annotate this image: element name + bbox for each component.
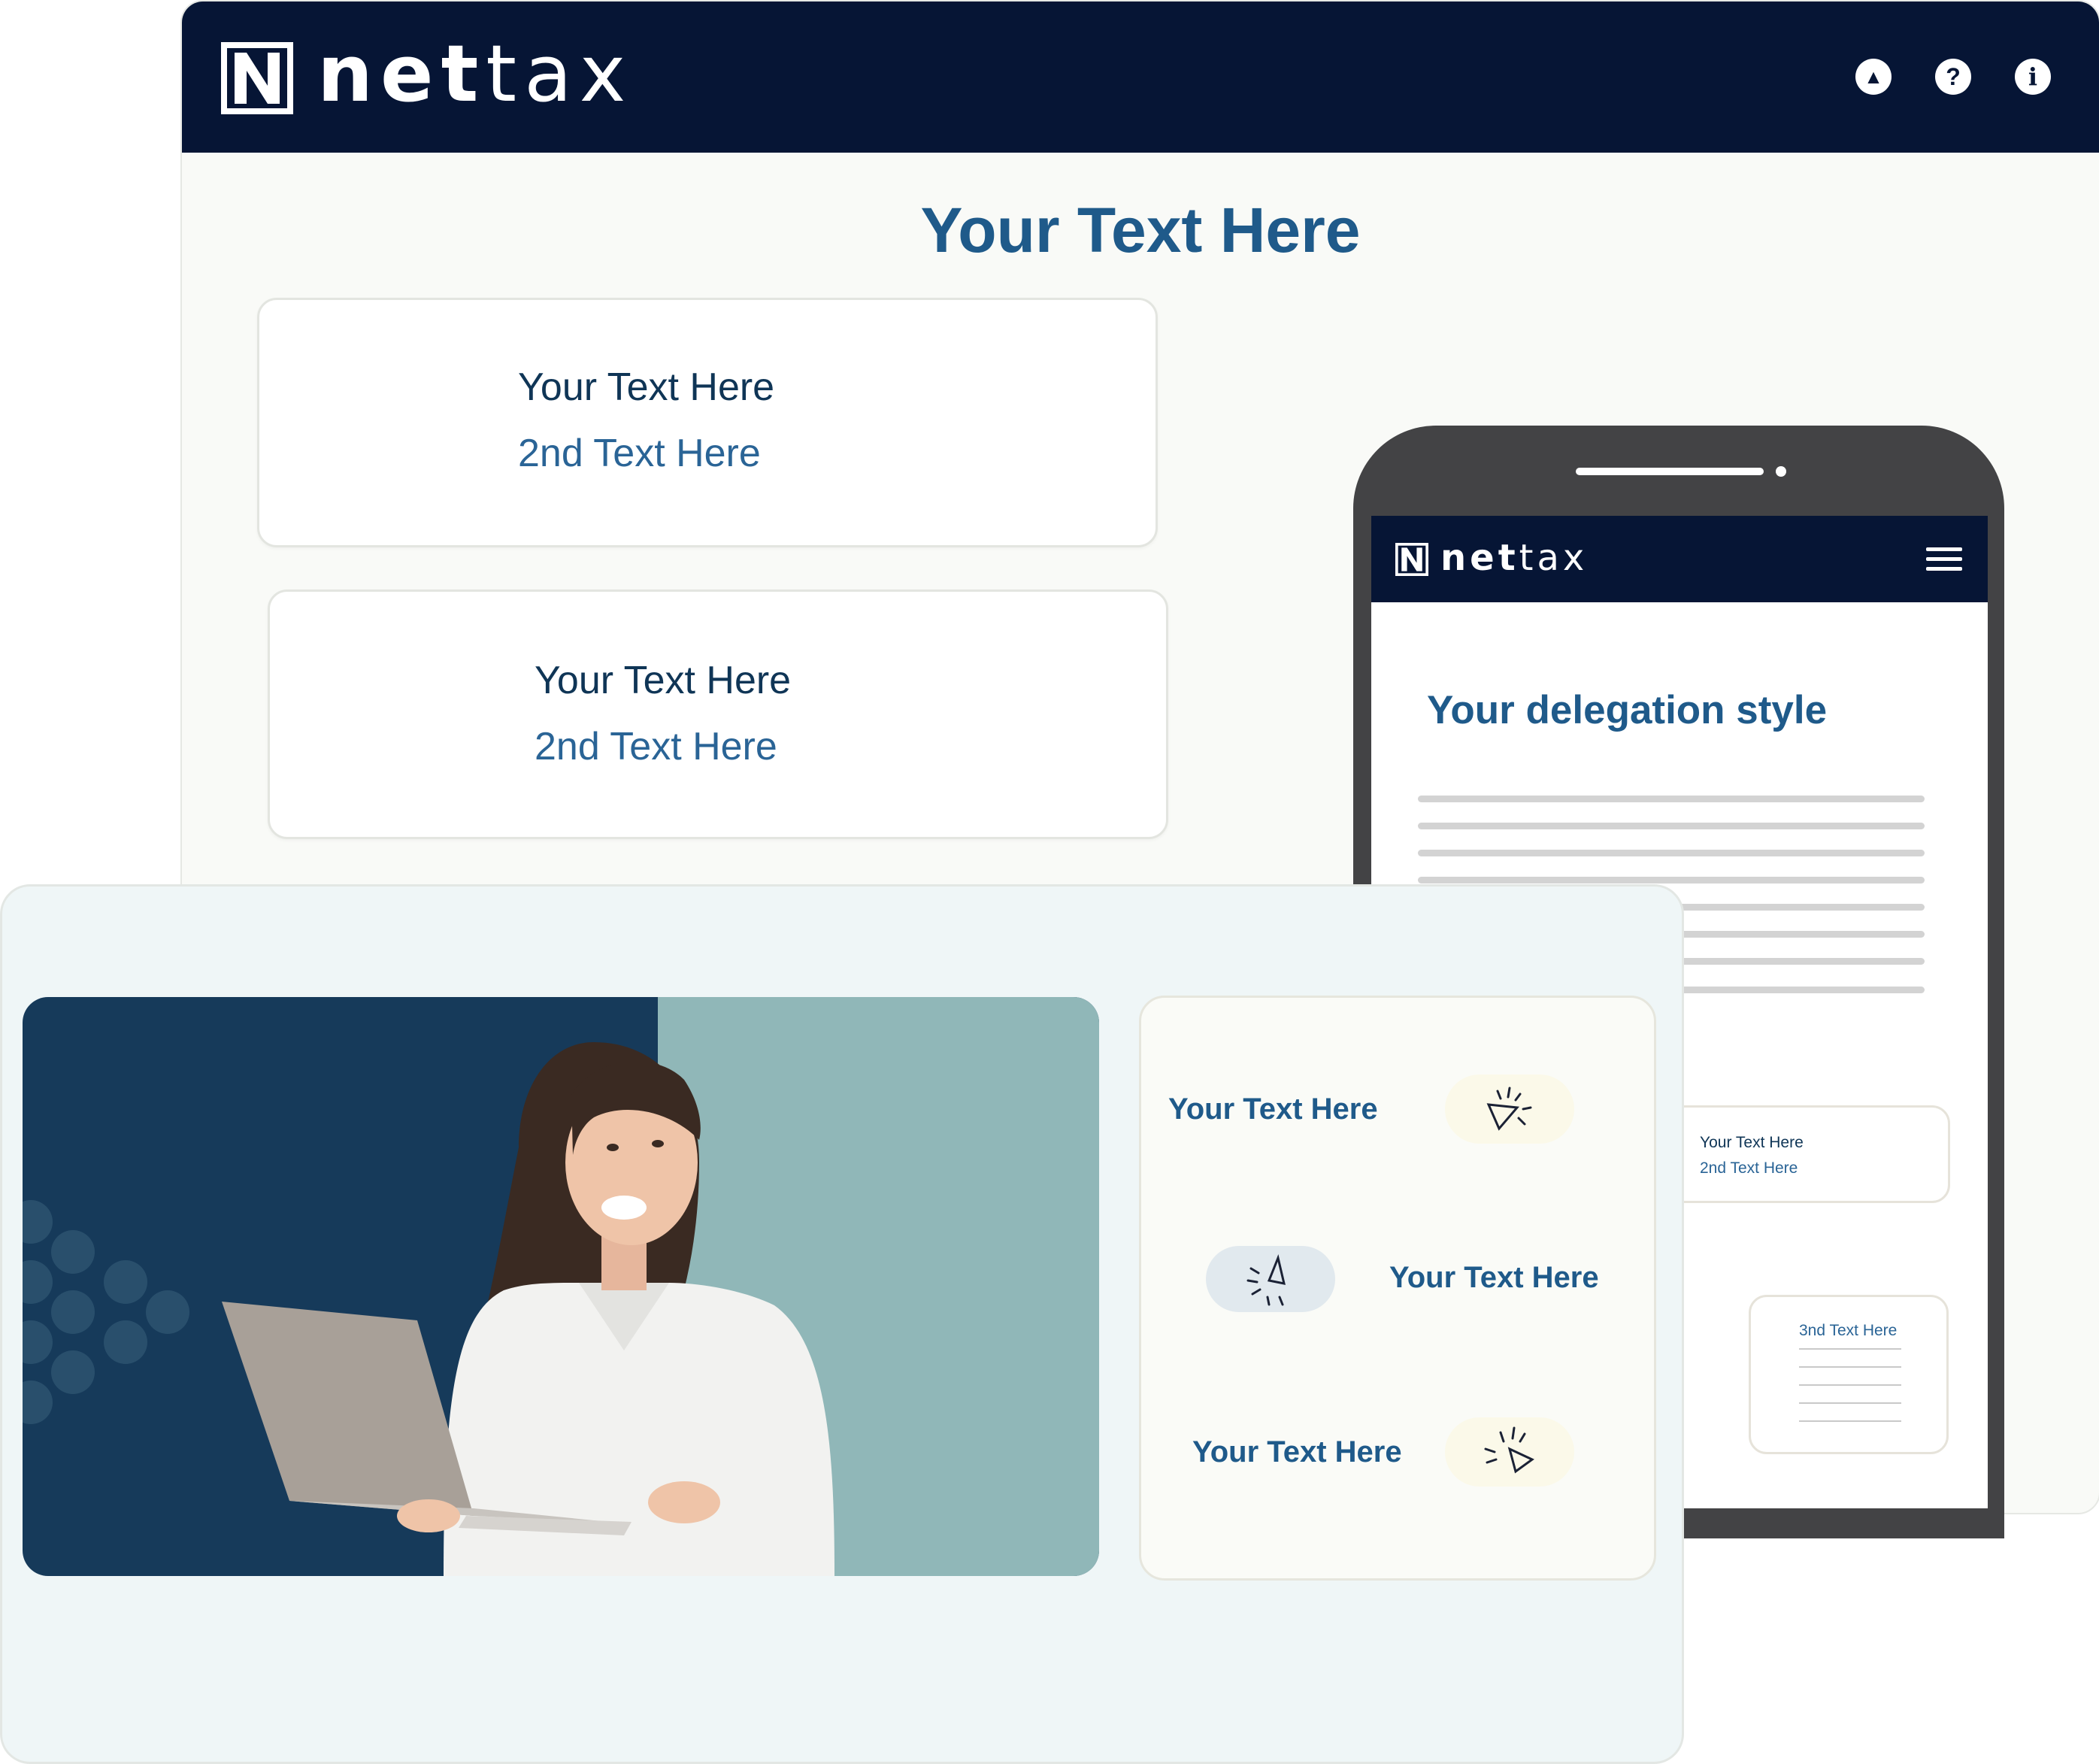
list-card-line (1799, 1348, 1901, 1350)
card-subtitle: 2nd Text Here (518, 432, 761, 475)
card-subtitle: 2nd Text Here (535, 725, 777, 768)
list-card-line (1799, 1402, 1901, 1404)
page-title: Your Text Here (920, 195, 1361, 265)
feature-text: Your Text Here (1389, 1261, 1599, 1294)
list-card-label: 3nd Text Here (1799, 1322, 1898, 1339)
placeholder-line (1418, 796, 1925, 802)
card-title: Your Text Here (535, 659, 792, 702)
phone-navbar: nettax (1371, 516, 1988, 602)
phone-mini-card[interactable]: Your Text Here 2nd Text Here (1639, 1105, 1950, 1203)
feature-text: Your Text Here (1168, 1093, 1378, 1126)
list-card-line (1799, 1366, 1901, 1368)
placeholder-line (1418, 823, 1925, 829)
mini-card-subtitle: 2nd Text Here (1700, 1159, 1798, 1177)
list-card-line (1799, 1384, 1901, 1386)
cursor-click-icon (1445, 1417, 1574, 1487)
help-icon[interactable]: ? (1935, 59, 1971, 95)
logo-wordmark: nettax (1440, 537, 1589, 579)
hamburger-menu-icon[interactable] (1926, 547, 1962, 571)
top-navbar: nettax ▲ ? i (182, 2, 2099, 153)
card-title: Your Text Here (518, 365, 775, 409)
woman-with-laptop-photo (222, 1042, 834, 1576)
info-card[interactable]: Your Text Here 2nd Text Here (268, 590, 1168, 839)
info-card[interactable]: Your Text Here 2nd Text Here (257, 298, 1158, 547)
phone-speaker (1576, 468, 1764, 475)
feature-text: Your Text Here (1192, 1435, 1402, 1468)
logo-wordmark: nettax (317, 28, 634, 120)
phone-list-card[interactable]: 3nd Text Here (1749, 1295, 1949, 1454)
info-icon[interactable]: i (2015, 59, 2051, 95)
feature-card: Your Text Here Your Text Here Your Text … (1139, 996, 1656, 1581)
logo-mark (1395, 543, 1428, 576)
mini-card-title: Your Text Here (1700, 1134, 1804, 1151)
list-card-line (1799, 1420, 1901, 1422)
cursor-click-icon (1445, 1074, 1574, 1144)
placeholder-line (1418, 877, 1925, 884)
cursor-click-icon (1206, 1246, 1335, 1312)
phone-page-title: Your delegation style (1427, 688, 1828, 732)
logo-mark (221, 42, 293, 114)
placeholder-line (1418, 850, 1925, 856)
hero-banner (23, 997, 1099, 1576)
phone-camera (1776, 466, 1786, 477)
up-arrow-icon[interactable]: ▲ (1855, 59, 1892, 95)
